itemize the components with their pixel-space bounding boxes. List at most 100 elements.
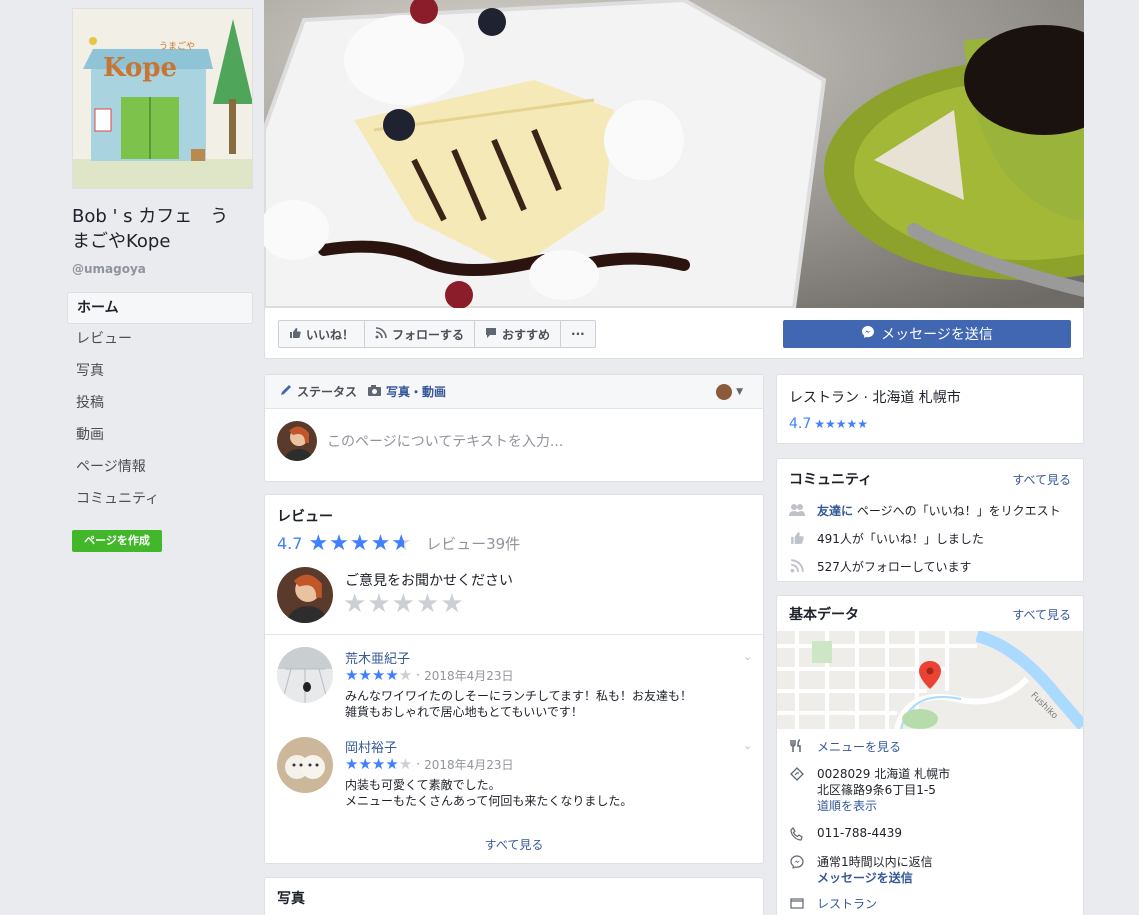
review-2-chevron-down-icon[interactable]: ⌄ xyxy=(743,739,752,752)
nav-item-community[interactable]: コミュニティ xyxy=(67,484,253,516)
action-button-group: いいね！ フォローする おすすめ ··· xyxy=(278,320,596,348)
review-1-line1: みんなワイワイたのしそーにランチしてます！私も！お友達も！ xyxy=(345,689,693,703)
nav-item-videos[interactable]: 動画 xyxy=(67,420,253,452)
view-menu-link[interactable]: メニューを見る xyxy=(817,738,901,755)
composer-tabs: ステータス 写真・動画 ▼ xyxy=(265,375,763,409)
follow-button[interactable]: フォローする xyxy=(365,321,476,347)
page-title: Bob ' s カフェ う まごやKope xyxy=(72,204,252,254)
logo-small-text: うまごや xyxy=(159,42,196,52)
tab-photo-video[interactable]: 写真・動画 xyxy=(367,383,446,400)
page-handle[interactable]: @umagoya xyxy=(72,262,146,276)
review-2-line1: 内装も可愛くて素敵でした。 xyxy=(345,778,501,792)
recommend-button[interactable]: おすすめ xyxy=(475,321,562,347)
composer-input[interactable]: このページについてテキストを入力... xyxy=(327,431,563,451)
page-title-line1: Bob ' s カフェ う xyxy=(72,206,229,227)
directions-link[interactable]: 道順を表示 xyxy=(817,799,877,813)
comment-icon xyxy=(485,327,497,342)
follows-count-text: 527人がフォローしています xyxy=(817,560,972,574)
photos-title: 写真 xyxy=(277,891,305,907)
reviewer-1-avatar[interactable] xyxy=(277,647,333,703)
profile-picture[interactable]: Kope うまごや xyxy=(72,8,253,189)
send-message-button[interactable]: メッセージを送信 xyxy=(783,320,1071,348)
send-message-label: メッセージを送信 xyxy=(881,327,993,343)
cover-photo[interactable] xyxy=(264,0,1084,308)
rss-icon xyxy=(789,558,805,574)
pencil-icon xyxy=(279,383,293,400)
map[interactable]: Fushiko xyxy=(777,631,1083,729)
reviews-title: レビュー xyxy=(277,509,333,525)
about-phone-row: 011-788-4439 xyxy=(789,826,902,842)
nav-item-reviews[interactable]: レビュー xyxy=(67,324,253,356)
community-follows-row: 527人がフォローしています xyxy=(789,558,972,575)
nav-item-photos[interactable]: 写真 xyxy=(67,356,253,388)
reviewer-2-avatar[interactable] xyxy=(277,737,333,793)
category-link[interactable]: レストラン xyxy=(817,895,877,912)
divider xyxy=(265,634,763,635)
reviews-count: レビュー39件 xyxy=(426,535,521,553)
recommend-label: おすすめ xyxy=(502,327,551,342)
fork-knife-icon xyxy=(789,738,805,754)
thumbs-up-icon xyxy=(289,327,301,342)
category-rating-value: 4.7 xyxy=(789,416,812,432)
reviewer-1-name[interactable]: 荒木亜紀子 xyxy=(345,648,410,667)
category-stars-icon: ★★★★★ xyxy=(814,417,869,431)
review-2-line2: メニューもたくさんあって何回も来たくなりました。 xyxy=(345,794,633,808)
reviews-rating: 4.7 xyxy=(277,534,303,553)
nav-item-home[interactable]: ホーム xyxy=(67,292,253,324)
messenger-icon xyxy=(789,854,805,870)
community-card: コミュニティ すべて見る 友達に ページへの「いいね！」をリクエスト 491人が… xyxy=(776,458,1084,582)
page-nav: ホーム レビュー 写真 投稿 動画 ページ情報 コミュニティ xyxy=(67,292,253,516)
rating-stars-icon: ★★★★★ ★ xyxy=(308,531,413,556)
likes-count-text: 491人が「いいね！」しました xyxy=(817,532,984,546)
about-address-row: 0028029 北海道 札幌市 北区篠路9条6丁目1-5 道順を表示 xyxy=(789,766,950,814)
composer-body: このページについてテキストを入力... xyxy=(265,409,763,473)
review-2-meta: ★★★★★ · 2018年4月23日 xyxy=(345,755,514,773)
nav-item-about[interactable]: ページ情報 xyxy=(67,452,253,484)
page-title-line2: まごやKope xyxy=(72,231,171,252)
rss-icon xyxy=(375,326,387,342)
reviews-summary: 4.7 ★★★★★ ★ レビュー39件 xyxy=(277,531,520,556)
thumbs-up-icon xyxy=(789,530,805,546)
phone-number[interactable]: 011-788-4439 xyxy=(817,826,902,840)
like-button[interactable]: いいね！ xyxy=(279,321,366,347)
community-invite-row: 友達に ページへの「いいね！」をリクエスト xyxy=(789,502,1061,519)
review-2-date[interactable]: 2018年4月23日 xyxy=(424,756,513,773)
address-line2: 北区篠路9条6丁目1-5 xyxy=(817,783,936,797)
more-button[interactable]: ··· xyxy=(561,321,595,347)
tab-status[interactable]: ステータス xyxy=(279,383,357,400)
invite-friends-link[interactable]: 友達に xyxy=(817,504,853,518)
category-rating: 4.7 ★★★★★ xyxy=(789,416,868,432)
invite-text: ページへの「いいね！」をリクエスト xyxy=(856,504,1061,518)
reviewer-avatar xyxy=(277,567,333,623)
community-see-all-link[interactable]: すべて見る xyxy=(1012,471,1071,488)
tag-icon xyxy=(789,895,805,911)
about-menu-row: メニューを見る xyxy=(789,738,901,755)
photos-card: 写真 xyxy=(264,877,764,915)
review-2-text: 内装も可愛くて素敵でした。 メニューもたくさんあって何回も来たくなりました。 xyxy=(345,777,632,809)
map-marker-icon xyxy=(789,766,805,782)
about-send-message-link[interactable]: メッセージを送信 xyxy=(817,871,913,885)
composer: ステータス 写真・動画 ▼ このページについてテキストを入力... xyxy=(264,374,764,482)
about-type-row: レストラン xyxy=(789,895,877,912)
category-text: レストラン · 北海道 札幌市 xyxy=(789,390,961,406)
about-see-all-link[interactable]: すべて見る xyxy=(1012,606,1071,623)
about-title: 基本データ xyxy=(789,607,859,623)
create-page-button[interactable]: ページを作成 xyxy=(72,530,162,552)
tab-photo-label: 写真・動画 xyxy=(386,385,447,399)
review-1-chevron-down-icon[interactable]: ⌄ xyxy=(743,650,752,663)
reviews-see-all-link[interactable]: すべて見る xyxy=(265,836,763,853)
tab-status-label: ステータス xyxy=(297,385,358,399)
nav-item-posts[interactable]: 投稿 xyxy=(67,388,253,420)
rate-stars-input[interactable]: ★★★★★ xyxy=(343,589,465,619)
like-label: いいね！ xyxy=(306,327,355,342)
camera-icon xyxy=(367,384,382,400)
review-1-meta: ★★★★★ · 2018年4月23日 xyxy=(345,666,514,684)
follow-label: フォローする xyxy=(392,327,465,342)
post-as-selector[interactable]: ▼ xyxy=(716,383,743,400)
review-1-line2: 雑貨もおしゃれで居心地もとてもいいです！ xyxy=(345,705,583,719)
review-1-date[interactable]: 2018年4月23日 xyxy=(424,667,513,684)
caret-down-icon: ▼ xyxy=(736,386,743,397)
reviewer-2-name[interactable]: 岡村裕子 xyxy=(345,737,397,756)
community-title: コミュニティ xyxy=(789,472,873,488)
about-card: 基本データ すべて見る Fushiko メニューを見る 0028029 北海道 … xyxy=(776,595,1084,915)
